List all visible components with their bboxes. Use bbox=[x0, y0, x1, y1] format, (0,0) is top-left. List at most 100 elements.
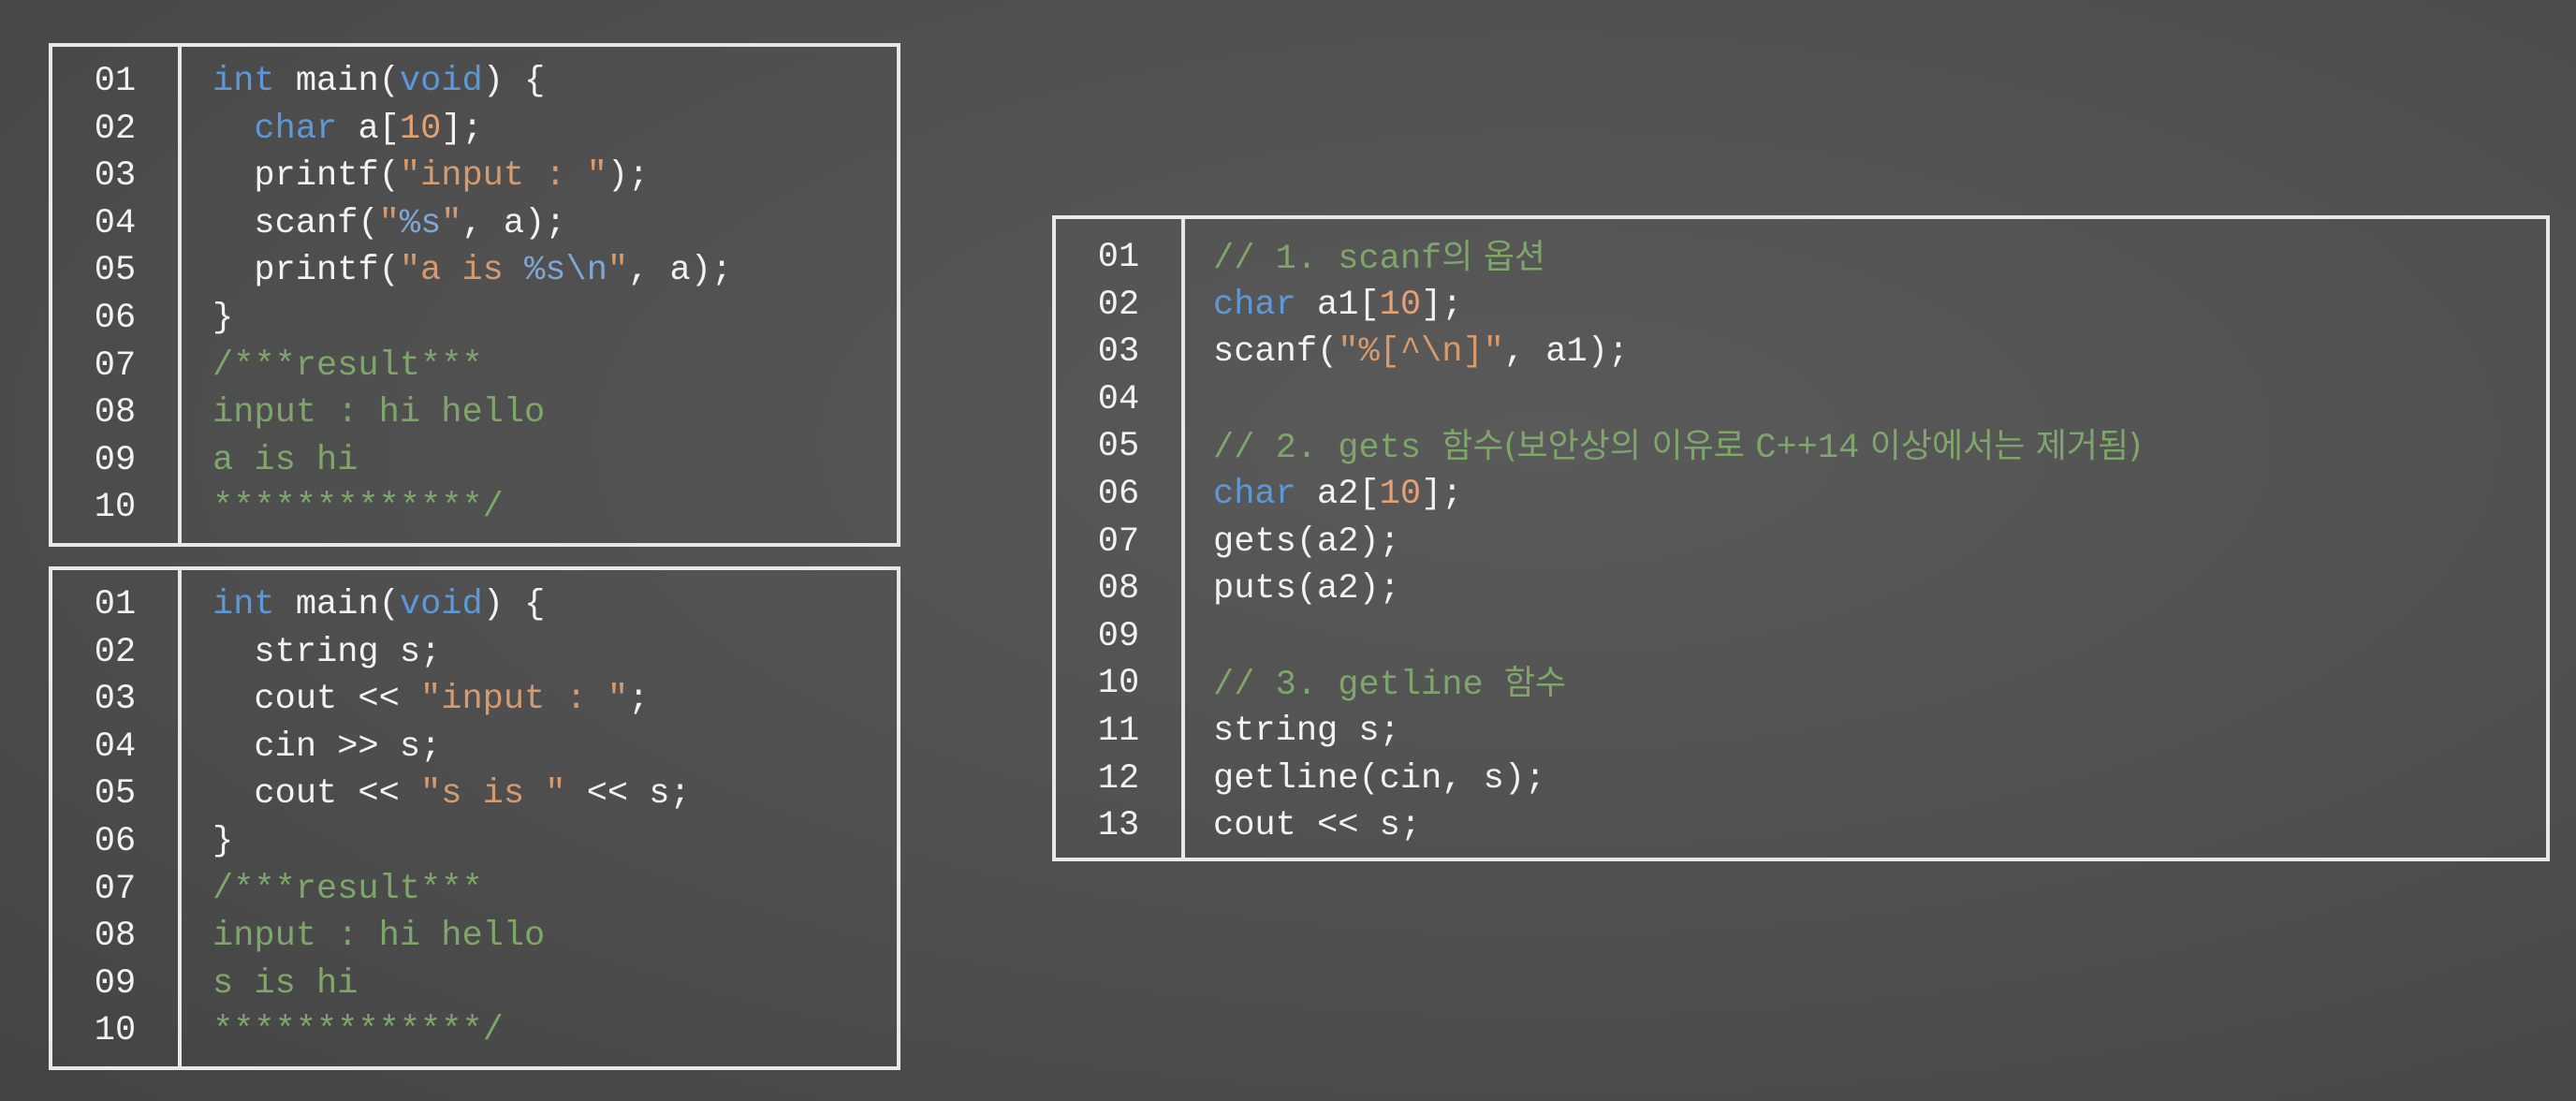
code-token: "input : " bbox=[420, 680, 629, 720]
code-area: // 1. scanf의 옵션 char a1[10]; scanf("%[^\n]… bbox=[1185, 219, 2142, 858]
line-number: 03 bbox=[94, 156, 137, 197]
code-token: 함수 bbox=[1503, 664, 1567, 703]
line-number: 06 bbox=[94, 298, 137, 338]
code-line: char a[10]; bbox=[212, 106, 732, 154]
code-token: ) { bbox=[482, 62, 546, 101]
code-area: int main(void) { char a[10]; printf("inp… bbox=[182, 47, 732, 543]
line-number: 02 bbox=[94, 109, 137, 149]
code-block-cin: 01 02 03 04 05 06 07 08 09 10 int main(void) { st… bbox=[49, 566, 900, 1070]
code-token: scanf( bbox=[212, 203, 379, 243]
code-line: int main(void) { bbox=[212, 581, 691, 629]
code-token: , a); bbox=[461, 203, 566, 243]
code-token: s is hi bbox=[212, 963, 359, 1004]
code-token: " bbox=[607, 251, 629, 291]
code-line: scanf("%[^\n]", a1); bbox=[1213, 329, 2142, 376]
line-number-gutter: 01 02 03 04 05 06 07 08 09 10 bbox=[52, 570, 182, 1066]
line-number: 04 bbox=[94, 203, 137, 243]
code-token: " bbox=[378, 203, 400, 243]
code-line: string s; bbox=[212, 629, 691, 677]
line-number: 10 bbox=[1097, 664, 1140, 704]
code-line: char a1[10]; bbox=[1213, 282, 2142, 330]
code-token: a1[ bbox=[1295, 285, 1380, 325]
code-token: string s; bbox=[1213, 711, 1400, 751]
code-token: *************/ bbox=[212, 1011, 504, 1051]
line-number: 10 bbox=[94, 1011, 137, 1051]
code-token: void bbox=[399, 585, 483, 624]
code-line: s is hi bbox=[212, 961, 691, 1008]
code-line: /***result*** bbox=[212, 866, 691, 914]
code-token: int bbox=[212, 585, 275, 624]
code-token: int bbox=[212, 62, 275, 101]
line-number: 03 bbox=[94, 680, 137, 720]
code-token: getline(cin, s); bbox=[1213, 758, 1546, 799]
code-token: void bbox=[399, 62, 483, 101]
code-line: cout << "input : "; bbox=[212, 676, 691, 724]
line-number: 08 bbox=[94, 393, 137, 433]
line-number: 07 bbox=[1097, 521, 1140, 562]
code-token: %s bbox=[399, 203, 442, 243]
code-line: // 1. scanf의 옵션 bbox=[1213, 234, 2142, 282]
code-line: } bbox=[212, 818, 691, 866]
code-token: cin >> s; bbox=[212, 727, 442, 767]
code-area: int main(void) { string s; cout << "inpu… bbox=[182, 570, 691, 1066]
line-number: 01 bbox=[94, 585, 137, 624]
code-token: input : hi hello bbox=[212, 393, 546, 433]
code-token: printf( bbox=[212, 251, 400, 291]
code-token: /***result*** bbox=[212, 869, 483, 909]
code-line: scanf("%s", a); bbox=[212, 200, 732, 248]
code-line: input : hi hello bbox=[212, 913, 691, 961]
line-number: 07 bbox=[94, 869, 137, 909]
line-number: 09 bbox=[94, 440, 137, 480]
code-token: /***result*** bbox=[212, 345, 483, 386]
code-token: 함수(보안상의 이유로 bbox=[1442, 427, 1756, 466]
code-token: char bbox=[1213, 474, 1296, 514]
code-token: C++14 bbox=[1755, 429, 1860, 469]
code-line: int main(void) { bbox=[212, 58, 732, 106]
line-number: 05 bbox=[94, 251, 137, 291]
code-token: string s; bbox=[212, 632, 442, 672]
code-line: printf("a is %s\n", a); bbox=[212, 247, 732, 295]
code-token: main( bbox=[274, 62, 400, 101]
code-token: ; bbox=[628, 680, 650, 720]
code-line: cout << "s is " << s; bbox=[212, 771, 691, 818]
code-line: puts(a2); bbox=[1213, 565, 2142, 613]
code-token: 10 bbox=[399, 109, 442, 149]
line-number: 12 bbox=[1097, 758, 1140, 799]
code-token: input : hi hello bbox=[212, 917, 546, 957]
code-line: printf("input : "); bbox=[212, 153, 732, 200]
code-token: 이상에서는 제거됨) bbox=[1859, 427, 2143, 466]
line-number: 09 bbox=[1097, 616, 1140, 656]
code-token: %s bbox=[524, 251, 566, 291]
line-number: 11 bbox=[1097, 711, 1140, 751]
code-token: "s is " bbox=[420, 774, 566, 815]
code-token: // 2. gets bbox=[1213, 429, 1442, 469]
code-token: 10 bbox=[1379, 285, 1422, 325]
code-token: a[ bbox=[337, 109, 400, 149]
line-number: 03 bbox=[1097, 332, 1140, 373]
code-token: *************/ bbox=[212, 488, 504, 528]
code-line: *************/ bbox=[212, 484, 732, 532]
code-token: char bbox=[1213, 285, 1296, 325]
code-token: } bbox=[212, 821, 234, 861]
code-token: main( bbox=[274, 585, 400, 624]
line-number: 06 bbox=[94, 821, 137, 861]
line-number: 07 bbox=[94, 345, 137, 386]
code-token: // 3. getline bbox=[1213, 666, 1504, 706]
code-token: gets(a2); bbox=[1213, 521, 1400, 562]
code-token: scanf( bbox=[1213, 332, 1339, 373]
code-token: << s; bbox=[565, 774, 691, 815]
code-token: "a is bbox=[399, 251, 525, 291]
code-token: ]; bbox=[1421, 474, 1463, 514]
code-line: } bbox=[212, 295, 732, 343]
line-number: 05 bbox=[94, 774, 137, 815]
line-number: 08 bbox=[94, 917, 137, 957]
line-number: 04 bbox=[94, 727, 137, 767]
line-number: 01 bbox=[1097, 238, 1140, 277]
code-line: // 2. gets 함수(보안상의 이유로 C++14 이상에서는 제거됨) bbox=[1213, 423, 2142, 471]
code-token: ) { bbox=[482, 585, 546, 624]
code-line: input : hi hello bbox=[212, 389, 732, 437]
code-token: " bbox=[441, 203, 462, 243]
code-token: cout << bbox=[212, 680, 421, 720]
code-token: a is hi bbox=[212, 440, 359, 480]
